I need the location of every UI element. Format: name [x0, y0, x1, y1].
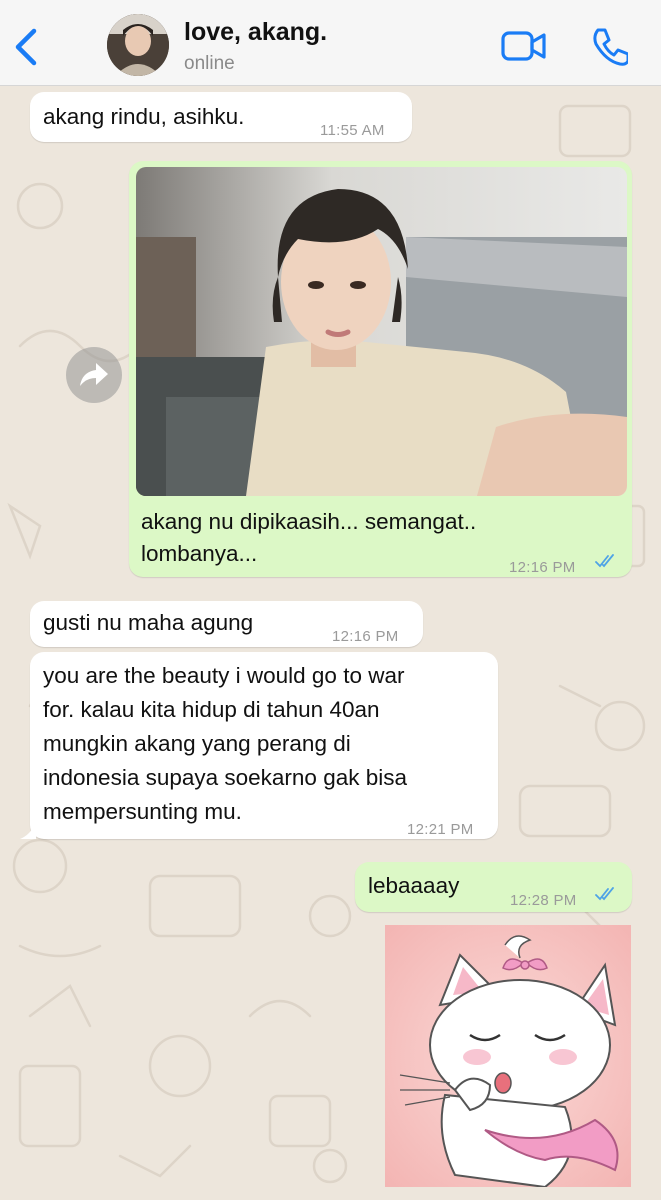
message-incoming[interactable]: gusti nu maha agung 12:16 PM: [30, 601, 423, 647]
message-time: 12:21 PM: [407, 821, 474, 838]
message-time: 12:16 PM: [509, 559, 576, 576]
voice-call-button[interactable]: [590, 26, 630, 66]
forward-icon: [80, 363, 108, 386]
message-line: indonesia supaya soekarno gak bisa: [43, 765, 407, 790]
kitten-sticker-image: [385, 925, 631, 1187]
sticker-kitten[interactable]: [385, 925, 631, 1187]
video-call-button[interactable]: [500, 28, 548, 64]
message-line: you are the beauty i would go to war: [43, 663, 405, 688]
read-ticks-icon: [595, 887, 614, 901]
chat-header: love, akang. online: [0, 0, 661, 86]
message-text: lebaaaay: [368, 873, 460, 898]
message-outgoing[interactable]: lebaaaay 12:28 PM: [355, 862, 632, 912]
message-time: 11:55 AM: [320, 122, 385, 139]
read-ticks-icon: [595, 554, 614, 568]
chevron-left-icon: [15, 28, 37, 66]
message-time: 12:16 PM: [332, 628, 399, 645]
message-line: mempersunting mu.: [43, 799, 242, 824]
message-line: for. kalau kita hidup di tahun 40an: [43, 697, 380, 722]
message-incoming[interactable]: akang rindu, asihku. 11:55 AM: [30, 92, 412, 142]
phone-icon: [593, 28, 630, 66]
message-text: gusti nu maha agung: [43, 610, 254, 635]
avatar-photo: [107, 14, 169, 76]
photo-image: [136, 167, 627, 496]
message-incoming[interactable]: you are the beauty i would go to war for…: [30, 652, 498, 839]
contact-name[interactable]: love, akang.: [184, 18, 327, 47]
message-caption-line1: akang nu dipikaasih... semangat..: [141, 509, 477, 534]
message-text: akang rindu, asihku.: [43, 104, 245, 129]
message-line: mungkin akang yang perang di: [43, 731, 351, 756]
shared-photo[interactable]: [136, 167, 627, 496]
message-caption-line2: lombanya...: [141, 541, 258, 566]
forward-button[interactable]: [66, 347, 122, 403]
back-button[interactable]: [10, 26, 44, 68]
avatar[interactable]: [107, 14, 169, 76]
message-time: 12:28 PM: [510, 892, 577, 909]
bubble-tail: [20, 823, 36, 839]
video-camera-icon: [501, 31, 546, 61]
contact-status: online: [184, 53, 235, 74]
